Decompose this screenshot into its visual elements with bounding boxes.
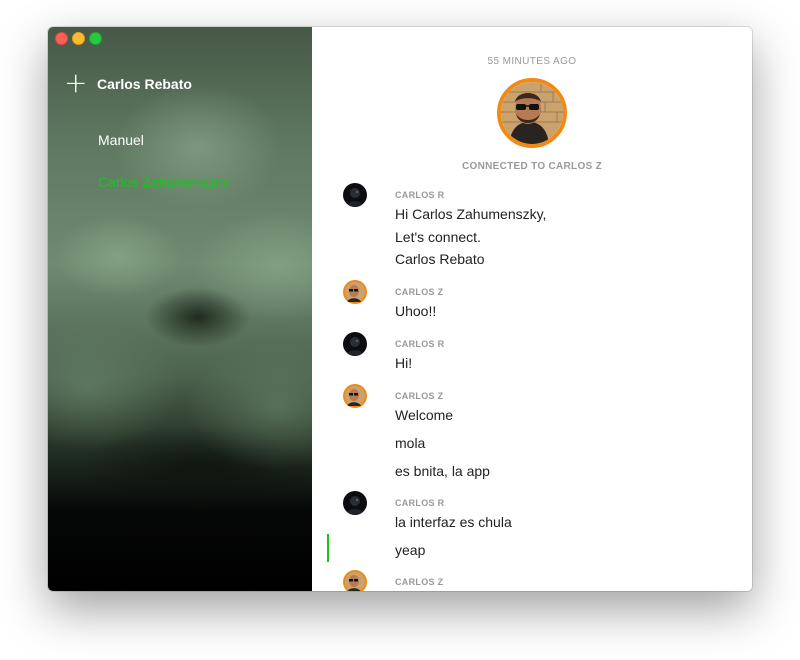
- avatar-carlos-z: [343, 384, 367, 408]
- message-text: yeap: [395, 542, 426, 558]
- current-user-name: Carlos Rebato: [97, 76, 192, 92]
- message-sender: CARLOS Z: [395, 577, 444, 587]
- conversation-timestamp: 55 MINUTES AGO: [487, 56, 577, 67]
- message-sender: CARLOS R: [395, 190, 445, 200]
- message-text: Let's connect.: [395, 229, 481, 245]
- message-sender: CARLOS R: [395, 339, 445, 349]
- chat-pane: 55 MINUTES AGO CONNECTED TO CARLOS Z CAR…: [312, 27, 752, 591]
- message-sender: CARLOS R: [395, 498, 445, 508]
- contact-avatar-large: [497, 78, 567, 148]
- avatar-carlos-z: [343, 280, 367, 304]
- contact-item-manuel[interactable]: Manuel: [98, 132, 144, 148]
- message-text: Hi Carlos Zahumenszky,: [395, 206, 547, 222]
- plus-icon[interactable]: +: [64, 69, 87, 97]
- message-text: mola: [395, 435, 426, 451]
- zoom-window-button[interactable]: [89, 32, 102, 45]
- text-cursor: [327, 534, 329, 562]
- avatar-carlos-r: [343, 183, 367, 207]
- message-text: Carlos Rebato: [395, 251, 485, 267]
- sidebar: + Carlos Rebato Manuel Carlos Zahumenszk…: [48, 27, 312, 591]
- message-text: Uhoo!!: [395, 303, 437, 319]
- message-text: la interfaz es chula: [395, 514, 512, 530]
- close-window-button[interactable]: [55, 32, 68, 45]
- avatar-carlos-z: [343, 570, 367, 591]
- avatar-carlos-r: [343, 332, 367, 356]
- message-text: Welcome: [395, 407, 454, 423]
- connection-status: CONNECTED TO CARLOS Z: [461, 161, 602, 172]
- message-sender: CARLOS Z: [395, 391, 444, 401]
- message-text: Hi!: [395, 355, 413, 371]
- message-sender: CARLOS Z: [395, 287, 444, 297]
- message-text: es bnita, la app: [395, 463, 490, 479]
- app-window: + Carlos Rebato Manuel Carlos Zahumenszk…: [48, 27, 752, 591]
- minimize-window-button[interactable]: [72, 32, 85, 45]
- avatar-carlos-r: [343, 491, 367, 515]
- contact-item-carlos-zahumenszky[interactable]: Carlos Zahumenszky: [98, 174, 230, 190]
